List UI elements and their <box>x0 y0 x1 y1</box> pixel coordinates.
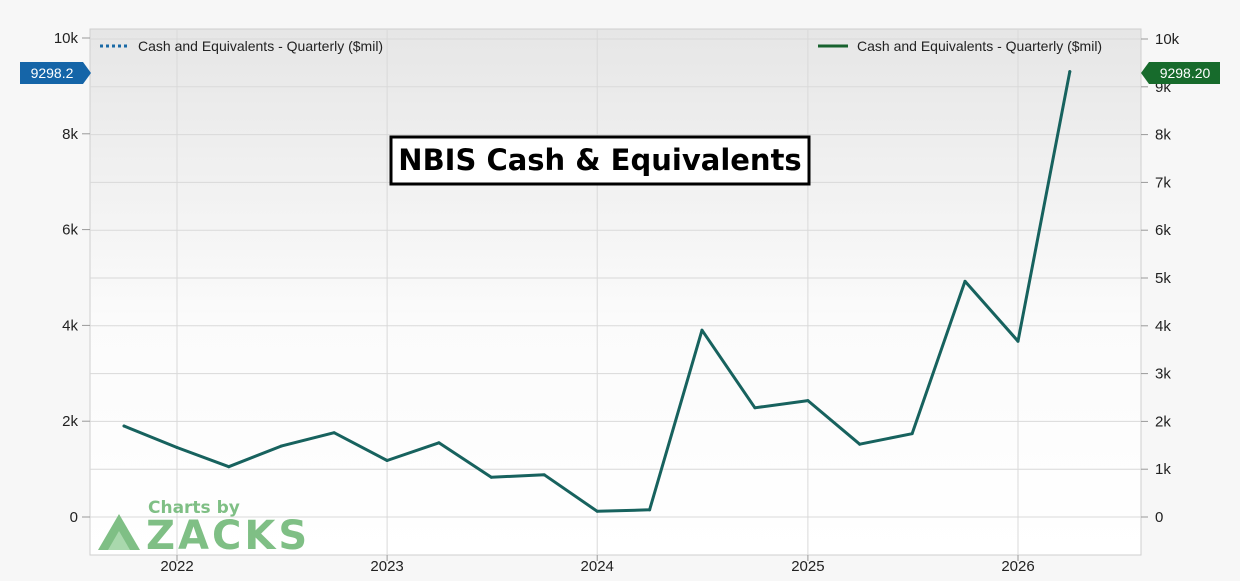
y-right-tick-label: 7k <box>1155 174 1171 191</box>
y-right-tick-label: 4k <box>1155 318 1171 335</box>
watermark-brand: ZACKS <box>146 513 310 559</box>
data-point <box>1016 339 1020 343</box>
legend-right-label: Cash and Equivalents - Quarterly ($mil) <box>857 38 1102 54</box>
data-point <box>542 473 546 477</box>
chart-title: NBIS Cash & Equivalents <box>398 143 801 177</box>
data-point <box>489 475 493 479</box>
data-point <box>385 458 389 462</box>
legend-left[interactable]: Cash and Equivalents - Quarterly ($mil) <box>100 38 383 54</box>
data-point <box>332 431 336 435</box>
badge-right-value: 9298.20 <box>1160 65 1211 81</box>
data-point <box>753 406 757 410</box>
y-right-tick-label: 8k <box>1155 127 1171 144</box>
x-tick-label: 2026 <box>1001 558 1034 575</box>
data-point <box>1068 70 1072 74</box>
y-right-tick-label: 2k <box>1155 413 1171 430</box>
x-tick-label: 2023 <box>370 558 403 575</box>
data-point <box>227 465 231 469</box>
y-right-tick-label: 1k <box>1155 461 1171 478</box>
chart-title-box: NBIS Cash & Equivalents <box>389 135 811 186</box>
y-left-tick-label: 0 <box>70 509 78 526</box>
data-point <box>806 399 810 403</box>
y-right-tick-label: 6k <box>1155 222 1171 239</box>
y-right-tick-label: 5k <box>1155 270 1171 287</box>
y-left-tick-label: 8k <box>62 126 78 143</box>
x-tick-label: 2022 <box>160 558 193 575</box>
data-point <box>648 508 652 512</box>
data-point <box>910 432 914 436</box>
y-axis-left: 0 2k 4k 6k 8k 10k <box>54 30 90 526</box>
badge-left-value: 9298.2 <box>31 65 74 81</box>
data-point <box>595 509 599 513</box>
data-point <box>175 446 179 450</box>
y-right-tick-label: 0 <box>1155 509 1163 526</box>
y-left-tick-label: 4k <box>62 317 78 334</box>
data-point <box>437 441 441 445</box>
legend-left-label: Cash and Equivalents - Quarterly ($mil) <box>138 38 383 54</box>
y-left-tick-label: 6k <box>62 222 78 239</box>
data-point <box>963 279 967 283</box>
legend-right[interactable]: Cash and Equivalents - Quarterly ($mil) <box>818 38 1102 54</box>
plot-area <box>89 28 1142 556</box>
y-axis-right: 01k2k3k4k5k6k7k8k9k10k <box>1141 31 1180 526</box>
chart-svg: 02k4k6k8k10k 01k2k3k4k5k6k7k8k9k10k 2022… <box>20 28 1220 575</box>
data-point <box>122 424 126 428</box>
y-left-tick-label: 2k <box>62 413 78 430</box>
badge-right: 9298.20 <box>1141 62 1220 84</box>
y-left-tick-label: 10k <box>54 30 79 47</box>
data-point <box>279 444 283 448</box>
data-point <box>858 442 862 446</box>
data-point <box>700 328 704 332</box>
y-right-tick-label: 3k <box>1155 366 1171 383</box>
y-right-tick-label: 10k <box>1155 31 1180 48</box>
x-tick-label: 2025 <box>791 558 824 575</box>
badge-left: 9298.2 <box>20 62 91 84</box>
x-tick-label: 2024 <box>581 558 614 575</box>
